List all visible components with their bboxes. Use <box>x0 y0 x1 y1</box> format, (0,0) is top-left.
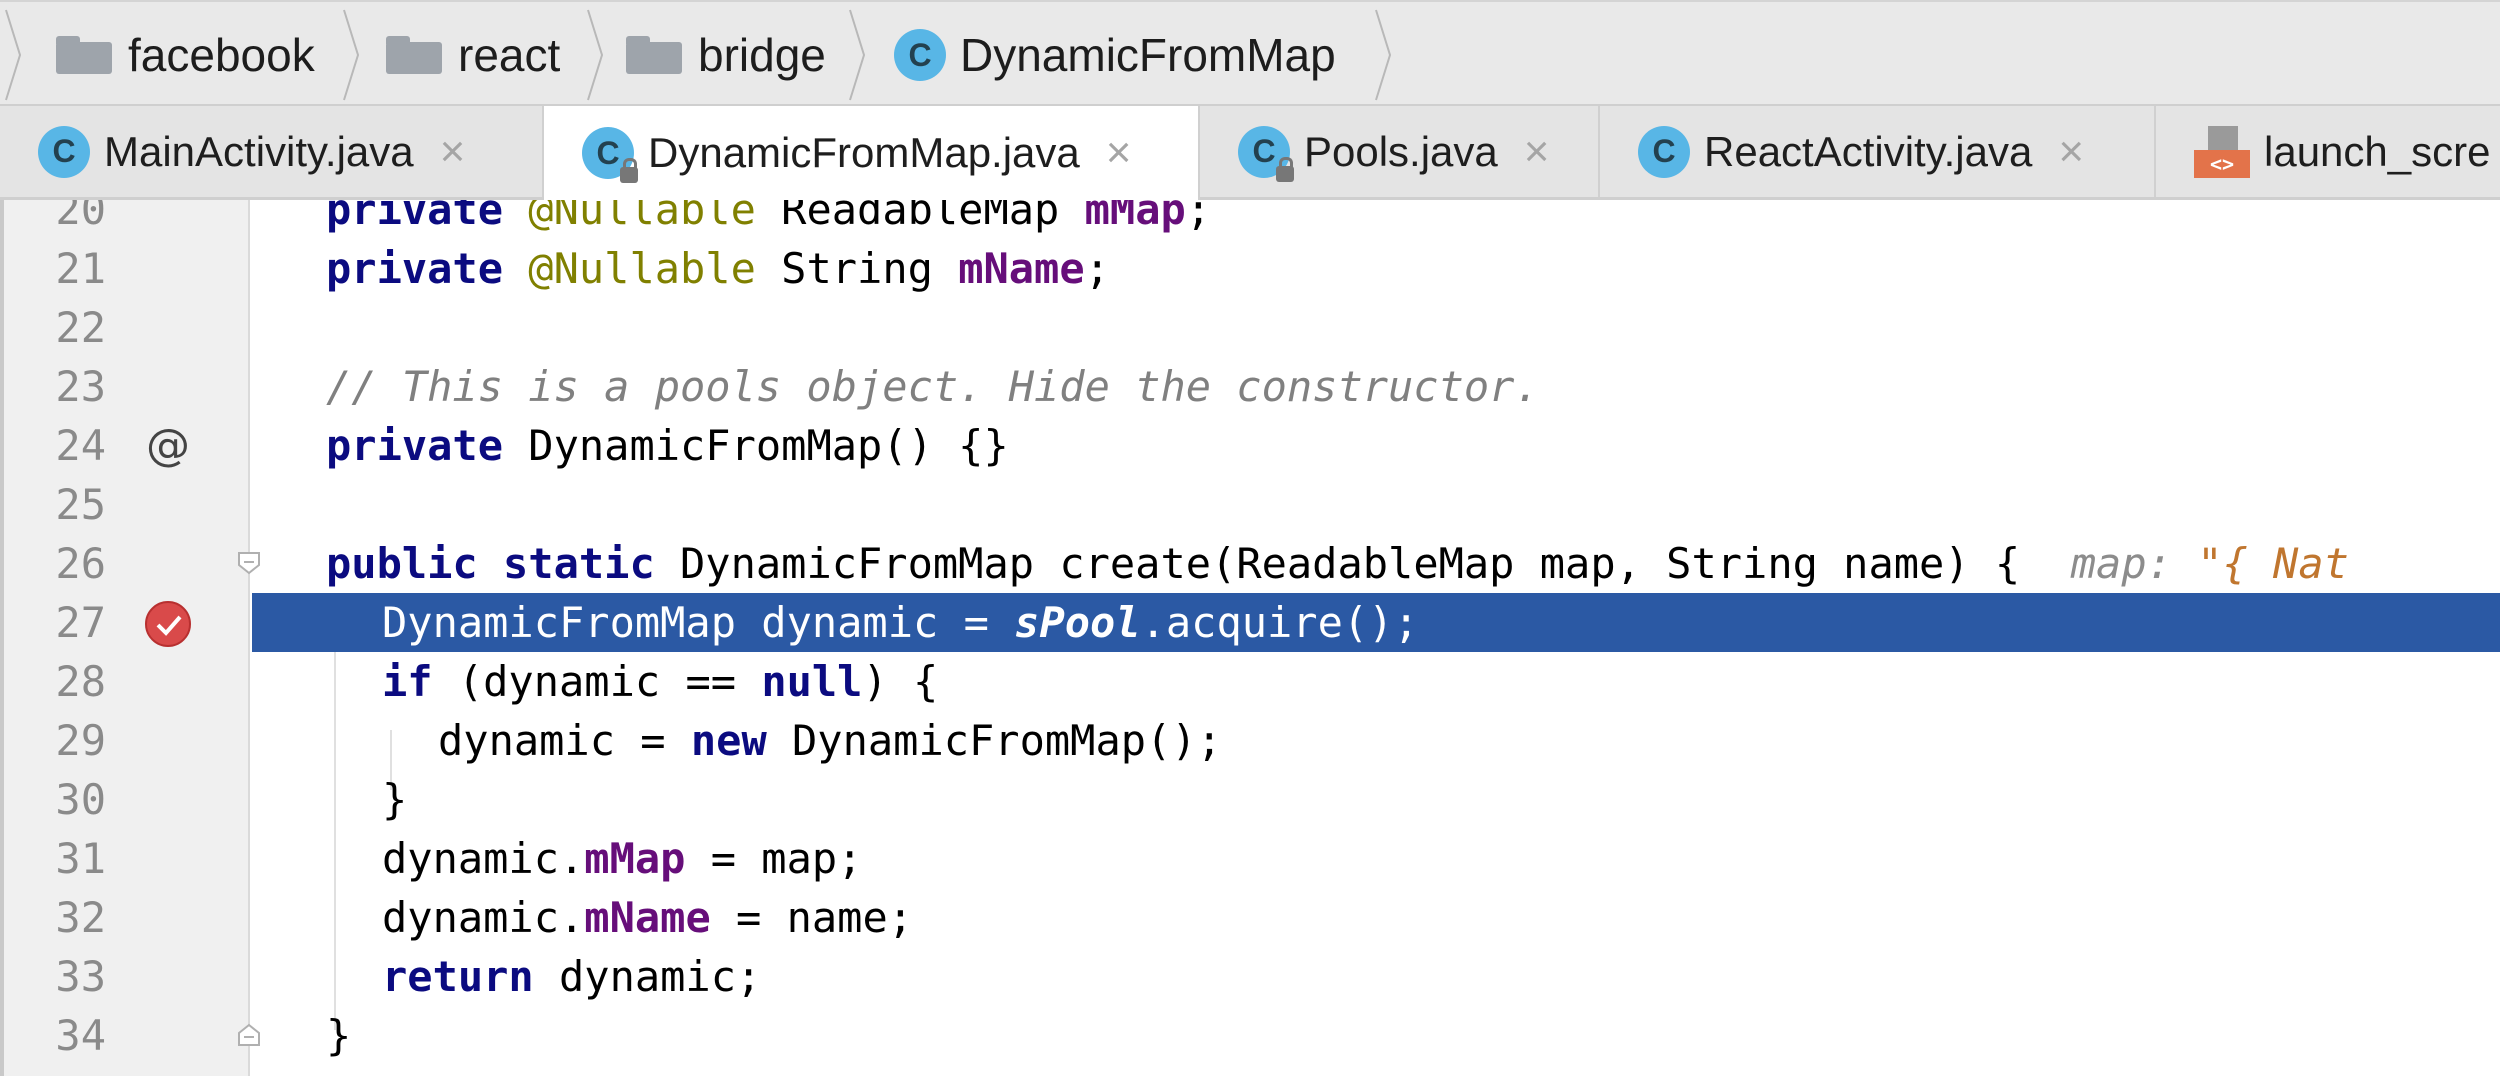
code-line: 20 private @Nullable ReadableMap mMap; <box>0 200 2500 239</box>
code-text: DynamicFromMap dynamic = sPool.acquire()… <box>382 598 1419 647</box>
class-icon: C <box>1638 125 1690 178</box>
code-line: 22 <box>0 298 2500 357</box>
fold-icon[interactable] <box>236 1022 262 1048</box>
breadcrumb-separator <box>586 2 606 108</box>
code-line: 26 public static DynamicFromMap create(R… <box>0 534 2500 593</box>
breadcrumb-label: facebook <box>128 29 315 81</box>
xml-file-icon: <> <box>2194 125 2250 178</box>
lock-icon <box>620 158 638 183</box>
code-text: private DynamicFromMap() {} <box>326 421 1009 470</box>
class-icon: C <box>1238 125 1294 182</box>
breadcrumb-separator <box>4 2 24 108</box>
code-line: 25 <box>0 475 2500 534</box>
breadcrumb-item-dynamicfrommap[interactable]: C DynamicFromMap <box>894 2 1336 108</box>
line-number: 27 <box>55 598 106 647</box>
line-number: 28 <box>55 657 106 706</box>
class-icon: C <box>894 29 946 81</box>
tab-launch-screen[interactable]: <> launch_scre <box>2156 106 2500 197</box>
folder-icon <box>626 36 682 74</box>
code-line: 31 dynamic.mMap = map; <box>0 829 2500 888</box>
code-line: 23 // This is a pools object. Hide the c… <box>0 357 2500 416</box>
debug-inline-hint: map: <box>2070 539 2198 588</box>
code-text: return dynamic; <box>382 952 762 1001</box>
tab-label: ReactActivity.java <box>1704 127 2033 175</box>
close-icon[interactable]: × <box>2058 127 2084 177</box>
line-number: 25 <box>55 480 106 529</box>
code-line: 34 } <box>0 1006 2500 1065</box>
line-number: 23 <box>55 362 106 411</box>
breadcrumb-label: DynamicFromMap <box>960 29 1336 81</box>
editor-tab-bar: C MainActivity.java × C DynamicFromMap.j… <box>0 106 2500 200</box>
line-number: 29 <box>55 716 106 765</box>
line-number: 31 <box>55 834 106 883</box>
tab-mainactivity[interactable]: C MainActivity.java × <box>0 106 544 197</box>
code-line: 24 @ private DynamicFromMap() {} <box>0 416 2500 475</box>
code-line: 30 } <box>0 770 2500 829</box>
tab-label: MainActivity.java <box>104 127 414 175</box>
class-icon: C <box>38 125 90 178</box>
code-text: if (dynamic == null) { <box>382 657 939 706</box>
line-number: 21 <box>55 244 106 293</box>
breadcrumb-item-react[interactable]: react <box>386 2 560 108</box>
fold-icon[interactable] <box>236 550 262 576</box>
breakpoint-icon[interactable] <box>145 601 191 647</box>
line-number: 32 <box>55 893 106 942</box>
breadcrumb-separator <box>848 2 868 108</box>
code-line: 29 dynamic = new DynamicFromMap(); <box>0 711 2500 770</box>
code-text: dynamic = new DynamicFromMap(); <box>438 716 1222 765</box>
line-number: 26 <box>55 539 106 588</box>
lock-icon <box>1276 156 1294 182</box>
code-line: 21 private @Nullable String mName; <box>0 239 2500 298</box>
overrides-marker-icon[interactable]: @ <box>146 416 190 475</box>
line-number: 20 <box>55 200 106 234</box>
code-line: 32 dynamic.mName = name; <box>0 888 2500 947</box>
code-text: } <box>382 775 408 824</box>
class-icon: C <box>582 127 638 183</box>
line-number: 33 <box>55 952 106 1001</box>
folder-icon <box>56 36 112 74</box>
close-icon[interactable]: × <box>440 127 466 177</box>
tab-label: DynamicFromMap.java <box>648 129 1080 176</box>
code-editor[interactable]: 20 private @Nullable ReadableMap mMap; 2… <box>0 200 2500 1076</box>
line-number: 34 <box>55 1011 106 1060</box>
code-text: } <box>326 1011 352 1060</box>
tab-label: Pools.java <box>1304 127 1498 175</box>
line-number: 24 <box>55 421 106 470</box>
code-line: 28 if (dynamic == null) { <box>0 652 2500 711</box>
breadcrumb-label: bridge <box>698 29 826 81</box>
breadcrumb-separator <box>342 2 362 108</box>
breadcrumb: facebook react bridge C DynamicFromMap <box>0 0 2500 106</box>
close-icon[interactable]: × <box>1106 128 1132 178</box>
code-text: private @Nullable ReadableMap mMap; <box>326 200 1212 234</box>
tab-dynamicfrommap[interactable]: C DynamicFromMap.java × <box>544 106 1200 200</box>
breadcrumb-separator <box>1374 2 1394 108</box>
breadcrumb-label: react <box>458 29 561 81</box>
debug-inline-value: "{ Nat <box>2197 539 2349 588</box>
breadcrumb-item-facebook[interactable]: facebook <box>56 2 315 108</box>
tab-label: launch_scre <box>2264 127 2491 175</box>
line-number: 30 <box>55 775 106 824</box>
close-icon[interactable]: × <box>1524 127 1550 177</box>
breadcrumb-item-bridge[interactable]: bridge <box>626 2 826 108</box>
code-text: dynamic.mMap = map; <box>382 834 863 883</box>
line-number: 22 <box>55 303 106 352</box>
code-line-current-execution: 27 DynamicFromMap dynamic = sPool.acquir… <box>0 593 2500 652</box>
tab-reactactivity[interactable]: C ReactActivity.java × <box>1600 106 2156 197</box>
folder-icon <box>386 36 442 74</box>
code-line: 33 return dynamic; <box>0 947 2500 1006</box>
code-comment: // This is a pools object. Hide the cons… <box>326 362 1540 411</box>
code-text: private @Nullable String mName; <box>326 244 1110 293</box>
code-text: dynamic.mName = name; <box>382 893 914 942</box>
tab-pools[interactable]: C Pools.java × <box>1200 106 1600 197</box>
code-text: public static DynamicFromMap create(Read… <box>326 539 2349 588</box>
